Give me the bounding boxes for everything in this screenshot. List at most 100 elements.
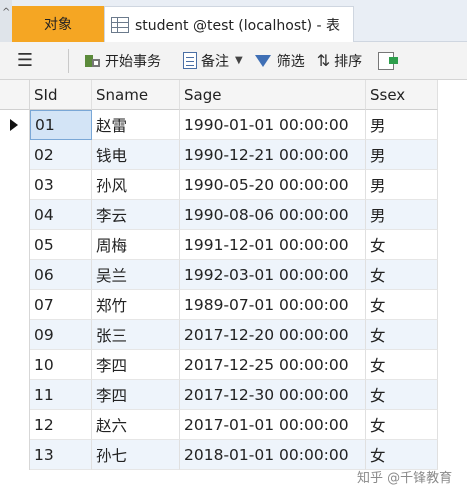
begin-transaction-button[interactable]: 开始事务 (77, 46, 167, 76)
table-row[interactable]: 02 钱电 1990-12-21 00:00:00 男 (0, 140, 438, 170)
cell-sage[interactable]: 1989-07-01 00:00:00 (180, 290, 366, 320)
cell-ssex[interactable]: 女 (366, 410, 438, 440)
table-row[interactable]: 10 李四 2017-12-25 00:00:00 女 (0, 350, 438, 380)
cell-sname[interactable]: 赵六 (92, 410, 180, 440)
cell-sid[interactable]: 04 (30, 200, 92, 230)
menu-button[interactable]: ☰ (0, 42, 50, 79)
data-grid: SId Sname Sage Ssex 01 赵雷 1990-01-01 00:00… (0, 80, 467, 496)
cell-sname[interactable]: 郑竹 (92, 290, 180, 320)
column-header-sname[interactable]: Sname (92, 80, 180, 110)
cell-sname[interactable]: 李四 (92, 350, 180, 380)
cell-sid[interactable]: 02 (30, 140, 92, 170)
cell-sage[interactable]: 2017-12-25 00:00:00 (180, 350, 366, 380)
row-indicator[interactable] (0, 230, 30, 260)
hamburger-icon: ☰ (16, 50, 34, 71)
row-indicator[interactable] (0, 140, 30, 170)
cell-sage[interactable]: 2017-12-30 00:00:00 (180, 380, 366, 410)
cell-sname[interactable]: 钱电 (92, 140, 180, 170)
cell-sname[interactable]: 吴兰 (92, 260, 180, 290)
cell-ssex[interactable]: 男 (366, 110, 438, 140)
toolbar: ☰ 开始事务 备注 ▼ 筛选 ⇅ 排序 (0, 42, 467, 80)
cell-sid[interactable]: 12 (30, 410, 92, 440)
begin-transaction-label: 开始事务 (105, 53, 161, 70)
cell-sname[interactable]: 孙风 (92, 170, 180, 200)
table-row[interactable]: 03 孙风 1990-05-20 00:00:00 男 (0, 170, 438, 200)
row-indicator[interactable] (0, 170, 30, 200)
cell-sname[interactable]: 赵雷 (92, 110, 180, 140)
table-row[interactable]: 11 李四 2017-12-30 00:00:00 女 (0, 380, 438, 410)
cell-sid[interactable]: 05 (30, 230, 92, 260)
tab-scroll-left-button[interactable]: ^ (0, 0, 12, 42)
cell-sage[interactable]: 1990-12-21 00:00:00 (180, 140, 366, 170)
cell-sid[interactable]: 03 (30, 170, 92, 200)
cell-ssex[interactable]: 女 (366, 290, 438, 320)
cell-sname[interactable]: 张三 (92, 320, 180, 350)
cell-sage[interactable]: 1990-01-01 00:00:00 (180, 110, 366, 140)
tab-objects[interactable]: 对象 (12, 6, 104, 42)
sort-icon: ⇅ (316, 51, 331, 70)
export-icon (378, 51, 399, 70)
row-indicator[interactable] (0, 410, 30, 440)
filter-icon (254, 54, 271, 67)
cell-ssex[interactable]: 男 (366, 140, 438, 170)
table-row[interactable]: 07 郑竹 1989-07-01 00:00:00 女 (0, 290, 438, 320)
column-header-sage[interactable]: Sage (180, 80, 366, 110)
cell-sname[interactable]: 李四 (92, 380, 180, 410)
memo-icon (183, 52, 197, 69)
cell-sname[interactable]: 李云 (92, 200, 180, 230)
cell-ssex[interactable]: 男 (366, 200, 438, 230)
row-indicator[interactable] (0, 320, 30, 350)
cell-sid[interactable]: 07 (30, 290, 92, 320)
cell-sid[interactable]: 13 (30, 440, 92, 470)
cell-sage[interactable]: 2018-01-01 00:00:00 (180, 440, 366, 470)
cell-sid[interactable]: 06 (30, 260, 92, 290)
cell-sage[interactable]: 1990-05-20 00:00:00 (180, 170, 366, 200)
row-indicator[interactable] (0, 110, 30, 140)
watermark: 知乎 @千锋教育 (357, 471, 453, 486)
memo-label: 备注 (201, 53, 229, 70)
tab-table-label: student @test (localhost) - 表 (135, 17, 341, 34)
row-indicator[interactable] (0, 290, 30, 320)
table-row[interactable]: 01 赵雷 1990-01-01 00:00:00 男 (0, 110, 438, 140)
cell-ssex[interactable]: 女 (366, 260, 438, 290)
row-indicator[interactable] (0, 440, 30, 470)
grid-header-row: SId Sname Sage Ssex (0, 80, 438, 110)
table-row[interactable]: 05 周梅 1991-12-01 00:00:00 女 (0, 230, 438, 260)
tab-student-table[interactable]: student @test (localhost) - 表 (104, 6, 354, 42)
cell-ssex[interactable]: 女 (366, 230, 438, 260)
cell-sname[interactable]: 周梅 (92, 230, 180, 260)
table-row[interactable]: 13 孙七 2018-01-01 00:00:00 女 (0, 440, 438, 470)
cell-sname[interactable]: 孙七 (92, 440, 180, 470)
row-indicator[interactable] (0, 200, 30, 230)
row-indicator[interactable] (0, 260, 30, 290)
table-row[interactable]: 06 吴兰 1992-03-01 00:00:00 女 (0, 260, 438, 290)
cell-ssex[interactable]: 男 (366, 170, 438, 200)
cell-ssex[interactable]: 女 (366, 350, 438, 380)
chevron-up-icon: ^ (2, 7, 11, 18)
column-header-ssex[interactable]: Ssex (366, 80, 438, 110)
cell-sage[interactable]: 2017-01-01 00:00:00 (180, 410, 366, 440)
memo-button[interactable]: 备注 ▼ (177, 46, 249, 76)
table-row[interactable]: 12 赵六 2017-01-01 00:00:00 女 (0, 410, 438, 440)
cell-sid[interactable]: 10 (30, 350, 92, 380)
cell-sage[interactable]: 1992-03-01 00:00:00 (180, 260, 366, 290)
cell-sage[interactable]: 2017-12-20 00:00:00 (180, 320, 366, 350)
cell-sid[interactable]: 09 (30, 320, 92, 350)
filter-button[interactable]: 筛选 (249, 46, 311, 76)
cell-sid[interactable]: 01 (30, 110, 92, 140)
tab-objects-label: 对象 (44, 17, 72, 33)
cell-sid[interactable]: 11 (30, 380, 92, 410)
sort-label: 排序 (334, 53, 363, 70)
table-row[interactable]: 09 张三 2017-12-20 00:00:00 女 (0, 320, 438, 350)
cell-ssex[interactable]: 女 (366, 320, 438, 350)
table-row[interactable]: 04 李云 1990-08-06 00:00:00 男 (0, 200, 438, 230)
row-indicator[interactable] (0, 350, 30, 380)
column-header-sid[interactable]: SId (30, 80, 92, 110)
cell-sage[interactable]: 1990-08-06 00:00:00 (180, 200, 366, 230)
cell-ssex[interactable]: 女 (366, 380, 438, 410)
row-indicator[interactable] (0, 380, 30, 410)
cell-sage[interactable]: 1991-12-01 00:00:00 (180, 230, 366, 260)
sort-button[interactable]: ⇅ 排序 (311, 46, 368, 76)
cell-ssex[interactable]: 女 (366, 440, 438, 470)
export-button[interactable] (372, 46, 400, 76)
